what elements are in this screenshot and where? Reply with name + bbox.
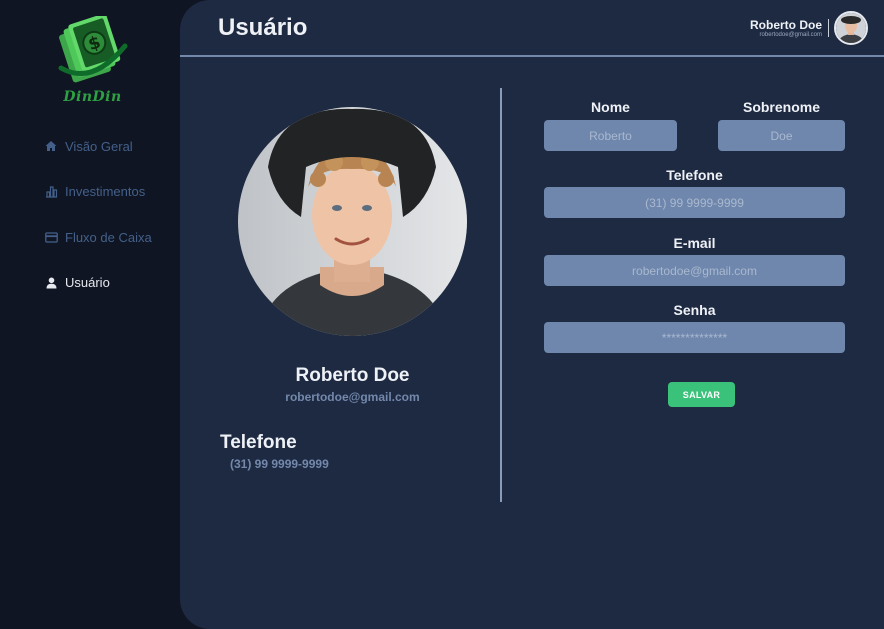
sidebar-item-visao-geral[interactable]: Visão Geral xyxy=(44,136,152,156)
sidebar-item-label: Visão Geral xyxy=(65,138,133,154)
password-label: Senha xyxy=(673,302,716,318)
sidebar-item-label: Fluxo de Caixa xyxy=(65,229,152,245)
profile-email: robertodoe@gmail.com xyxy=(285,390,420,404)
app-logo[interactable]: $ DinDin xyxy=(55,13,130,108)
header-divider-line xyxy=(180,55,884,57)
user-icon xyxy=(44,276,58,290)
bar-chart-icon xyxy=(44,185,58,199)
sidebar: $ DinDin Visão Geral Investimentos Fluxo… xyxy=(0,0,180,629)
first-name-input[interactable] xyxy=(544,120,677,151)
profile-phone-label: Telefone xyxy=(220,432,297,453)
vertical-divider xyxy=(500,88,502,502)
last-name-label: Sobrenome xyxy=(742,99,820,115)
last-name-input[interactable] xyxy=(718,120,845,151)
sidebar-item-investimentos[interactable]: Investimentos xyxy=(44,182,152,202)
header-user-name: Roberto Doe xyxy=(750,17,822,32)
email-label: E-mail xyxy=(673,235,716,251)
profile-phone: (31) 99 9999-9999 xyxy=(230,457,329,471)
email-input[interactable] xyxy=(544,255,845,286)
sidebar-item-label: Investimentos xyxy=(65,184,146,199)
page-title: Usuário xyxy=(218,14,308,41)
password-input[interactable] xyxy=(544,322,845,353)
sidebar-item-label: Usuário xyxy=(65,275,110,290)
save-button[interactable]: SALVAR xyxy=(668,382,735,407)
header-user[interactable]: Roberto Doe robertodoe@gmail.com xyxy=(750,11,868,45)
first-name-label: Nome xyxy=(591,99,630,115)
header-divider xyxy=(828,19,829,37)
main-panel: Usuário Roberto Doe robertodoe@gmail.com xyxy=(180,0,884,629)
header-user-email: robertodoe@gmail.com xyxy=(759,31,822,38)
money-logo-icon: $ xyxy=(58,13,128,83)
avatar[interactable] xyxy=(834,11,868,45)
logo-text: DinDin xyxy=(63,89,122,105)
sidebar-nav: Visão Geral Investimentos Fluxo de Caixa… xyxy=(44,136,152,318)
credit-card-icon xyxy=(44,230,58,244)
phone-input[interactable] xyxy=(544,187,845,218)
profile-name: Roberto Doe xyxy=(295,365,410,386)
sidebar-item-usuario[interactable]: Usuário xyxy=(44,273,152,293)
phone-label: Telefone xyxy=(666,167,723,183)
profile-photo xyxy=(238,107,467,336)
sidebar-item-fluxo-de-caixa[interactable]: Fluxo de Caixa xyxy=(44,227,152,247)
home-icon xyxy=(44,139,58,153)
